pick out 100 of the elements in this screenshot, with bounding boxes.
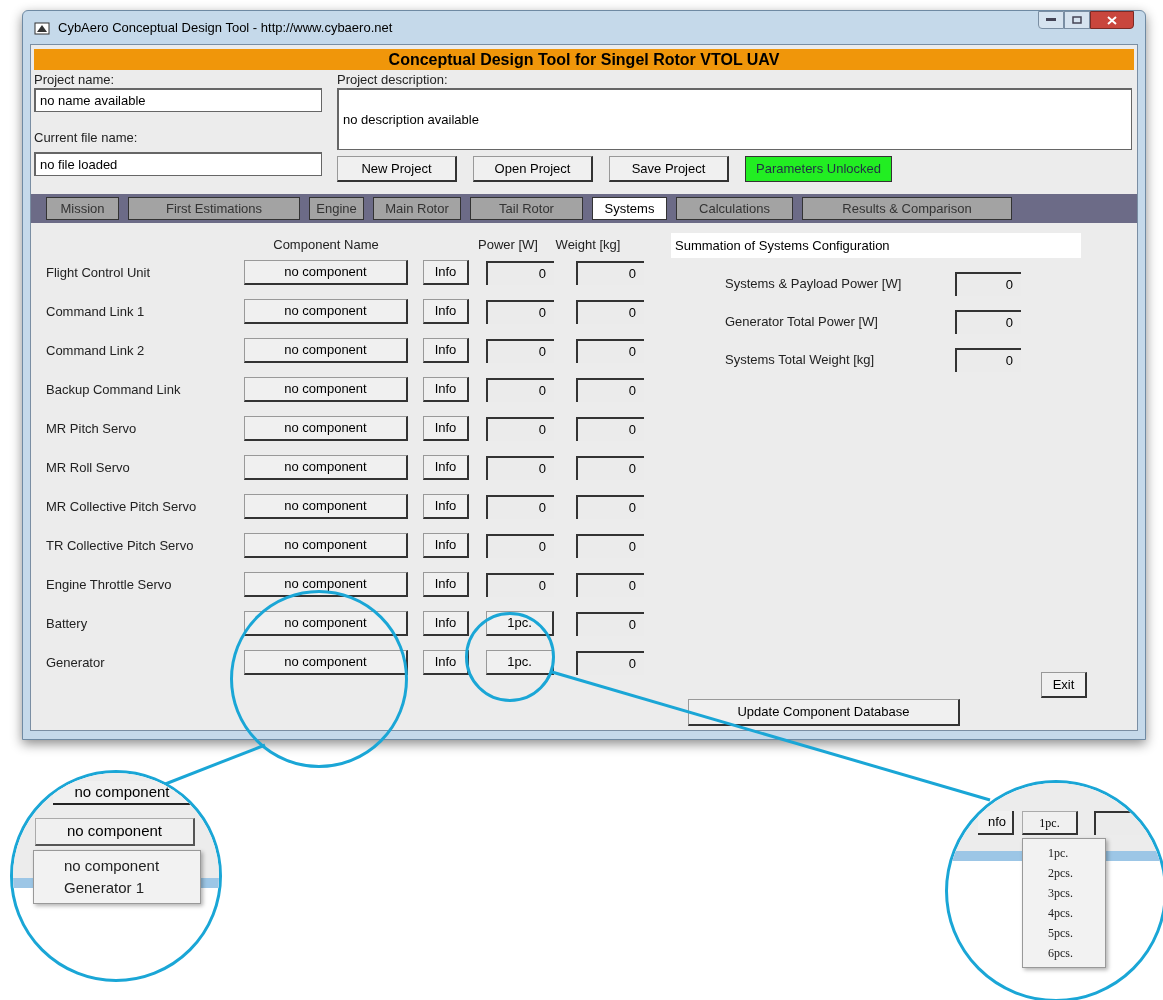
component-dropdown[interactable]: no component xyxy=(244,299,408,324)
weight-field: 0 xyxy=(576,338,644,363)
weight-field: 0 xyxy=(576,299,644,324)
toolbar-button[interactable]: Open Project xyxy=(473,156,593,182)
info-button[interactable]: Info xyxy=(423,572,469,597)
summary-field: 0 xyxy=(955,348,1021,372)
weight-field: 0 xyxy=(576,455,644,480)
title-banner: Conceptual Design Tool for Singel Rotor VTOL UAV xyxy=(34,49,1134,70)
column-header: Component Name xyxy=(272,236,380,253)
weight-field: 0 xyxy=(576,377,644,402)
power-field: 0 xyxy=(486,377,554,402)
component-dropdown[interactable]: no component xyxy=(244,338,408,363)
maximize-icon xyxy=(1072,16,1082,24)
project-name-field[interactable]: no name available xyxy=(34,88,322,112)
row-label: Backup Command Link xyxy=(46,380,182,399)
close-icon xyxy=(1107,15,1117,25)
app-icon xyxy=(34,20,50,35)
row-label: Flight Control Unit xyxy=(46,263,152,282)
row-label: MR Pitch Servo xyxy=(46,419,138,438)
minimize-icon xyxy=(1046,18,1056,22)
info-button[interactable]: Info xyxy=(423,455,469,480)
menu-item[interactable]: 5pcs. xyxy=(1023,923,1105,943)
row-label: Generator xyxy=(46,653,106,672)
weight-field: 0 xyxy=(576,260,644,285)
info-button[interactable]: Info xyxy=(423,416,469,441)
menu-item[interactable]: Generator 1 xyxy=(34,877,200,899)
toolbar-button[interactable]: New Project xyxy=(337,156,457,182)
power-field: 0 xyxy=(486,494,554,519)
row-label: Command Link 2 xyxy=(46,341,146,360)
menu-item[interactable]: 2pcs. xyxy=(1023,863,1105,883)
tab[interactable]: First Estimations xyxy=(128,197,300,220)
component-dropdown[interactable]: no component xyxy=(244,494,408,519)
tab[interactable]: Mission xyxy=(46,197,119,220)
info-button[interactable]: Info xyxy=(423,650,469,675)
component-dropdown[interactable]: no component xyxy=(244,416,408,441)
column-header: Weight [kg] xyxy=(554,236,622,253)
info-button[interactable]: nfo xyxy=(978,811,1014,835)
menu-item[interactable]: no component xyxy=(34,855,200,877)
info-button[interactable]: Info xyxy=(423,260,469,285)
file-name-field[interactable]: no file loaded xyxy=(34,152,322,176)
info-button[interactable]: Info xyxy=(423,377,469,402)
menu-item[interactable]: 1pc. xyxy=(1023,843,1105,863)
component-dropdown[interactable]: no component xyxy=(35,818,195,846)
row-label: MR Roll Servo xyxy=(46,458,131,477)
menu-item[interactable]: 3pcs. xyxy=(1023,883,1105,903)
component-dropdown[interactable]: no component xyxy=(244,377,408,402)
toolbar-button[interactable]: Save Project xyxy=(609,156,729,182)
pieces-dropdown[interactable]: 1pc. xyxy=(1022,811,1078,835)
tab[interactable]: Calculations xyxy=(676,197,793,220)
component-dropdown[interactable]: no component xyxy=(244,455,408,480)
summary-label: Generator Total Power [W] xyxy=(725,313,879,332)
menu-item[interactable]: 6pcs. xyxy=(1023,943,1105,963)
weight-field: 0 xyxy=(576,533,644,558)
tab[interactable]: Main Rotor xyxy=(373,197,461,220)
close-button[interactable] xyxy=(1090,11,1134,29)
pieces-dropdown[interactable]: 1pc. xyxy=(486,650,554,675)
power-field: 0 xyxy=(486,299,554,324)
summary-field: 0 xyxy=(955,310,1021,334)
power-field: 0 xyxy=(486,416,554,441)
pieces-dropdown[interactable]: 1pc. xyxy=(486,611,554,636)
tab[interactable]: Engine xyxy=(309,197,364,220)
tab[interactable]: Systems xyxy=(592,197,667,220)
power-field: 0 xyxy=(486,572,554,597)
row-label: Engine Throttle Servo xyxy=(46,575,173,594)
row-label: TR Collective Pitch Servo xyxy=(46,536,195,555)
weight-field: 0 xyxy=(576,494,644,519)
field-label: Project description: xyxy=(337,72,449,88)
tab[interactable]: Results & Comparison xyxy=(802,197,1012,220)
power-field: 0 xyxy=(486,338,554,363)
minimize-button[interactable] xyxy=(1038,11,1064,29)
status-badge: Parameters Unlocked xyxy=(745,156,892,182)
summary-label: Systems Total Weight [kg] xyxy=(725,351,876,370)
maximize-button[interactable] xyxy=(1064,11,1090,29)
weight-field: 0 xyxy=(576,650,644,675)
info-button[interactable]: Info xyxy=(423,611,469,636)
weight-field: 0 xyxy=(576,416,644,441)
update-database-button[interactable]: Update Component Database xyxy=(688,699,960,726)
menu-item[interactable]: 4pcs. xyxy=(1023,903,1105,923)
power-field: 0 xyxy=(486,260,554,285)
exit-button[interactable]: Exit xyxy=(1041,672,1087,698)
row-label: MR Collective Pitch Servo xyxy=(46,497,198,516)
component-dropdown[interactable]: no component xyxy=(244,533,408,558)
component-dropdown[interactable]: no component xyxy=(244,260,408,285)
component-dropdown[interactable]: no component xyxy=(244,650,408,675)
field-label: Project name: xyxy=(34,72,116,88)
info-button[interactable]: Info xyxy=(423,338,469,363)
project-description-field[interactable]: no description available xyxy=(337,88,1132,150)
summary-label: Systems & Payload Power [W] xyxy=(725,275,903,294)
summary-heading: Summation of Systems Configuration xyxy=(671,233,1081,258)
summary-field: 0 xyxy=(955,272,1021,296)
window-title: CybAero Conceptual Design Tool - http://www.cybaero.net xyxy=(58,18,393,37)
tab[interactable]: Tail Rotor xyxy=(470,197,583,220)
field-label: Current file name: xyxy=(34,130,139,146)
component-dropdown[interactable]: no component xyxy=(244,572,408,597)
row-label: Command Link 1 xyxy=(46,302,146,321)
component-dropdown[interactable]: no component xyxy=(244,611,408,636)
info-button[interactable]: Info xyxy=(423,533,469,558)
info-button[interactable]: Info xyxy=(423,494,469,519)
info-button[interactable]: Info xyxy=(423,299,469,324)
row-label: Battery xyxy=(46,614,89,633)
